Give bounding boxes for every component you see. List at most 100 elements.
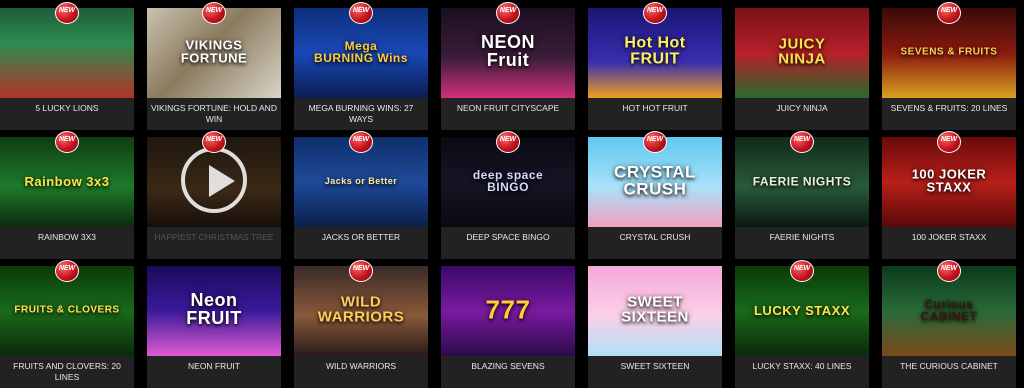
game-logo-text: SWEET SIXTEEN xyxy=(621,293,689,326)
new-badge: NEW xyxy=(348,260,374,282)
game-tile-mega-burning-wins[interactable]: Mega BURNING Wins NEW MEGA BURNING WINS: 2… xyxy=(294,2,428,130)
game-tile-hot-hot-fruit[interactable]: Hot Hot FRUIT NEW HOT HOT FRUIT xyxy=(588,2,722,130)
game-logo-text: LUCKY STAXX xyxy=(753,302,851,318)
game-tile-juicy-ninja[interactable]: JUICY NINJA JUICY NINJA xyxy=(735,8,869,130)
new-badge-label: NEW xyxy=(793,136,811,143)
game-tile-fruits-and-clovers[interactable]: FRUITS & CLOVERS NEW FRUITS AND CLOVERS: 2… xyxy=(0,260,134,388)
new-badge: NEW xyxy=(201,2,227,24)
game-caption[interactable]: 5 LUCKY LIONS xyxy=(0,98,134,130)
new-badge: NEW xyxy=(495,2,521,24)
new-badge: NEW xyxy=(54,131,80,153)
new-badge-label: NEW xyxy=(352,265,370,272)
play-icon[interactable] xyxy=(181,147,247,213)
game-thumbnail[interactable]: 777 xyxy=(441,266,575,356)
game-tile-sevens-fruits[interactable]: SEVENS & FRUITS NEW SEVENS & FRUITS: 20 LI… xyxy=(882,2,1016,130)
game-caption[interactable]: SEVENS & FRUITS: 20 LINES xyxy=(882,98,1016,130)
game-tile-wild-warriors[interactable]: WILD WARRIORS NEW WILD WARRIORS xyxy=(294,260,428,388)
game-logo-text: WILD WARRIORS xyxy=(317,293,405,326)
game-tile-faerie-nights[interactable]: FAERIE NIGHTS NEW FAERIE NIGHTS xyxy=(735,131,869,259)
game-logo-text: SEVENS & FRUITS xyxy=(900,46,998,58)
new-badge-label: NEW xyxy=(940,7,958,14)
game-logo-text: deep space BINGO xyxy=(472,167,544,194)
game-tile-neon-fruit-cityscape[interactable]: NEON Fruit NEW NEON FRUIT CITYSCAPE xyxy=(441,2,575,130)
new-badge-label: NEW xyxy=(940,136,958,143)
game-logo-text: Rainbow 3x3 xyxy=(24,173,110,189)
game-caption[interactable]: MEGA BURNING WINS: 27 WAYS xyxy=(294,98,428,130)
game-tile-5-lucky-lions[interactable]: NEW 5 LUCKY LIONS xyxy=(0,2,134,130)
game-thumbnail[interactable]: Neon FRUIT xyxy=(147,266,281,356)
new-badge-label: NEW xyxy=(352,136,370,143)
game-tile-100-joker-staxx[interactable]: 100 JOKER STAXX NEW 100 JOKER STAXX xyxy=(882,131,1016,259)
game-tile-happiest-christmas-tree[interactable]: NEW HAPPIEST CHRISTMAS TREE xyxy=(147,131,281,259)
game-logo-text: FAERIE NIGHTS xyxy=(752,174,852,189)
new-badge-label: NEW xyxy=(499,136,517,143)
game-caption[interactable]: FAERIE NIGHTS xyxy=(735,227,869,259)
game-logo-text: Neon FRUIT xyxy=(186,290,242,329)
new-badge: NEW xyxy=(54,260,80,282)
game-tile-jacks-or-better[interactable]: Jacks or Better NEW JACKS OR BETTER xyxy=(294,131,428,259)
new-badge: NEW xyxy=(642,2,668,24)
game-thumbnail[interactable]: SWEET SIXTEEN xyxy=(588,266,722,356)
game-caption[interactable]: FRUITS AND CLOVERS: 20 LINES xyxy=(0,356,134,388)
game-caption[interactable]: NEON FRUIT xyxy=(147,356,281,388)
new-badge-label: NEW xyxy=(58,136,76,143)
game-caption[interactable]: HOT HOT FRUIT xyxy=(588,98,722,130)
new-badge-label: NEW xyxy=(646,136,664,143)
game-caption[interactable]: NEON FRUIT CITYSCAPE xyxy=(441,98,575,130)
game-logo-text: VIKINGS FORTUNE xyxy=(180,37,248,66)
new-badge: NEW xyxy=(789,131,815,153)
game-caption[interactable]: VIKINGS FORTUNE: HOLD AND WIN xyxy=(147,98,281,130)
game-tile-lucky-staxx[interactable]: LUCKY STAXX NEW LUCKY STAXX: 40 LINES xyxy=(735,260,869,388)
game-grid: NEW 5 LUCKY LIONS VIKINGS FORTUNE NEW VIKING… xyxy=(0,0,1024,388)
game-tile-deep-space-bingo[interactable]: deep space BINGO NEW DEEP SPACE BINGO xyxy=(441,131,575,259)
game-caption[interactable]: LUCKY STAXX: 40 LINES xyxy=(735,356,869,388)
play-triangle-icon xyxy=(209,165,235,197)
new-badge: NEW xyxy=(201,131,227,153)
game-logo-text: 777 xyxy=(485,294,531,325)
new-badge: NEW xyxy=(642,131,668,153)
new-badge-label: NEW xyxy=(58,265,76,272)
new-badge: NEW xyxy=(54,2,80,24)
game-caption[interactable]: BLAZING SEVENS xyxy=(441,356,575,388)
game-tile-vikings-fortune[interactable]: VIKINGS FORTUNE NEW VIKINGS FORTUNE: HOLD … xyxy=(147,2,281,130)
game-tile-rainbow-3x3[interactable]: Rainbow 3x3 NEW RAINBOW 3X3 xyxy=(0,131,134,259)
game-tile-neon-fruit[interactable]: Neon FRUIT NEON FRUIT xyxy=(147,266,281,388)
new-badge-label: NEW xyxy=(352,7,370,14)
game-caption[interactable]: HAPPIEST CHRISTMAS TREE xyxy=(147,227,281,259)
game-caption[interactable]: JUICY NINJA xyxy=(735,98,869,130)
game-logo-text: JUICY NINJA xyxy=(778,35,826,68)
game-logo-text: 100 JOKER STAXX xyxy=(911,166,987,195)
new-badge: NEW xyxy=(936,2,962,24)
game-logo-text: FRUITS & CLOVERS xyxy=(14,304,120,316)
game-logo-text: Mega BURNING Wins xyxy=(314,38,408,65)
new-badge: NEW xyxy=(789,260,815,282)
game-tile-crystal-crush[interactable]: CRYSTAL CRUSH NEW CRYSTAL CRUSH xyxy=(588,131,722,259)
new-badge-label: NEW xyxy=(646,7,664,14)
new-badge-label: NEW xyxy=(499,7,517,14)
new-badge-label: NEW xyxy=(940,265,958,272)
new-badge-label: NEW xyxy=(58,7,76,14)
new-badge: NEW xyxy=(936,260,962,282)
game-caption[interactable]: WILD WARRIORS xyxy=(294,356,428,388)
game-logo-text: Curious CABINET xyxy=(920,296,978,323)
game-logo-text: Jacks or Better xyxy=(324,176,398,187)
game-caption[interactable]: JACKS OR BETTER xyxy=(294,227,428,259)
game-caption[interactable]: CRYSTAL CRUSH xyxy=(588,227,722,259)
game-caption[interactable]: DEEP SPACE BINGO xyxy=(441,227,575,259)
game-caption[interactable]: RAINBOW 3X3 xyxy=(0,227,134,259)
game-thumbnail[interactable]: JUICY NINJA xyxy=(735,8,869,98)
game-logo-text: NEON Fruit xyxy=(480,32,535,71)
game-logo-text: CRYSTAL CRUSH xyxy=(614,162,696,199)
game-caption[interactable]: THE CURIOUS CABINET xyxy=(882,356,1016,388)
new-badge: NEW xyxy=(936,131,962,153)
game-tile-blazing-sevens[interactable]: 777 BLAZING SEVENS xyxy=(441,266,575,388)
new-badge: NEW xyxy=(348,2,374,24)
game-logo-text: Hot Hot FRUIT xyxy=(624,34,686,68)
game-tile-the-curious-cabinet[interactable]: Curious CABINET NEW THE CURIOUS CABINET xyxy=(882,260,1016,388)
new-badge-label: NEW xyxy=(793,265,811,272)
game-caption[interactable]: 100 JOKER STAXX xyxy=(882,227,1016,259)
game-tile-sweet-sixteen[interactable]: SWEET SIXTEEN SWEET SIXTEEN xyxy=(588,266,722,388)
new-badge-label: NEW xyxy=(205,136,223,143)
game-caption[interactable]: SWEET SIXTEEN xyxy=(588,356,722,388)
new-badge-label: NEW xyxy=(205,7,223,14)
